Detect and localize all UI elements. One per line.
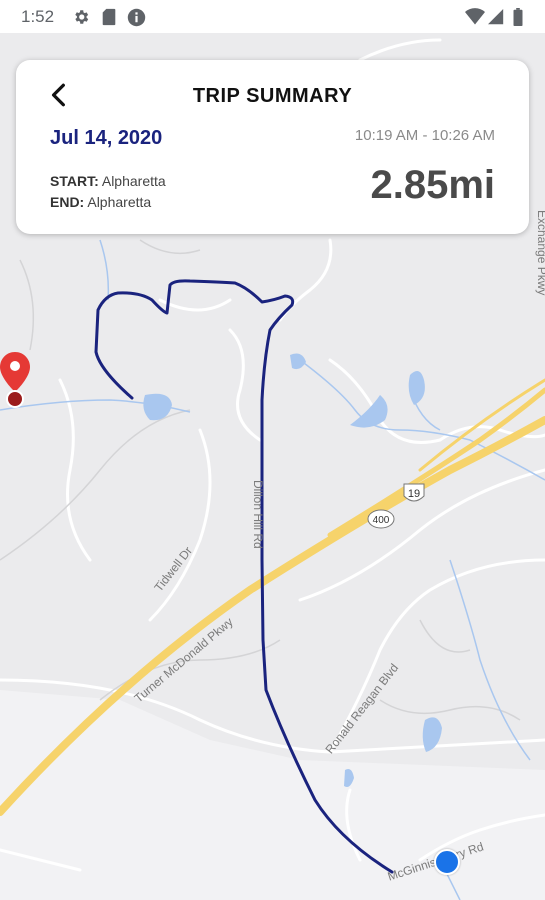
signal-icon [488,9,504,25]
start-location-pin-icon[interactable] [0,352,30,408]
settings-icon [75,10,89,24]
map-label-parkway: Exchange Pkwy [535,210,545,296]
ga400-shield: 400 [367,509,395,529]
page-title: TRIP SUMMARY [192,85,353,107]
trip-time-range: 10:19 AM - 10:26 AM [354,127,495,144]
trip-distance: 2.85mi [370,163,495,207]
battery-icon [513,8,523,26]
us19-label: 19 [408,488,420,500]
end-label: END: [50,194,85,210]
status-bar: 1:52 [0,0,545,33]
current-location-dot[interactable] [434,849,460,875]
trip-summary-card: TRIP SUMMARY Jul 14, 2020 10:19 AM - 10:… [16,60,529,234]
ga400-label: 400 [373,515,390,526]
start-label: START: [50,173,99,189]
start-value: Alpharetta [101,173,166,189]
trip-end: END: Alpharetta [50,194,151,210]
wifi-icon [465,8,485,25]
map-label-dillon: Dillon Hill Rd [251,480,265,549]
trip-start: START: Alpharetta [50,173,166,189]
end-value: Alpharetta [87,194,152,210]
status-time: 1:52 [21,7,55,26]
sd-card-icon [102,8,116,26]
us19-shield: 19 [403,483,425,502]
info-icon [127,8,146,27]
trip-date: Jul 14, 2020 [50,127,163,149]
